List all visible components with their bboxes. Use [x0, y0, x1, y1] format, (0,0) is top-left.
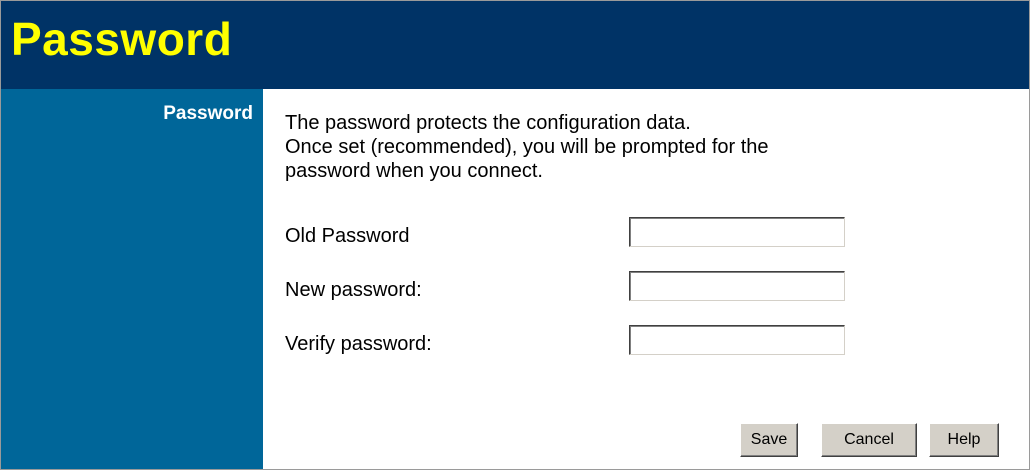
page-title: Password — [11, 13, 233, 65]
verify-password-row: Verify password: — [285, 325, 985, 365]
new-password-row: New password: — [285, 271, 985, 311]
cancel-button[interactable]: Cancel — [821, 423, 917, 457]
verify-password-field[interactable] — [629, 325, 845, 355]
old-password-label: Old Password — [285, 225, 410, 247]
verify-password-label: Verify password: — [285, 333, 432, 355]
save-button[interactable]: Save — [740, 423, 798, 457]
description: The password protects the configuration … — [285, 111, 985, 183]
old-password-field[interactable] — [629, 217, 845, 247]
old-password-row: Old Password — [285, 217, 985, 257]
main-content: The password protects the configuration … — [263, 89, 1029, 469]
section-label: Password — [163, 103, 253, 124]
new-password-label: New password: — [285, 279, 422, 301]
sidebar: Password — [1, 89, 263, 469]
password-page: Password Password The password protects … — [0, 0, 1030, 470]
help-button[interactable]: Help — [929, 423, 999, 457]
new-password-field[interactable] — [629, 271, 845, 301]
page-header: Password — [1, 1, 1029, 89]
description-line-2: Once set (recommended), you will be prom… — [285, 136, 769, 158]
description-line-3: password when you connect. — [285, 160, 543, 182]
description-line-1: The password protects the configuration … — [285, 112, 691, 134]
